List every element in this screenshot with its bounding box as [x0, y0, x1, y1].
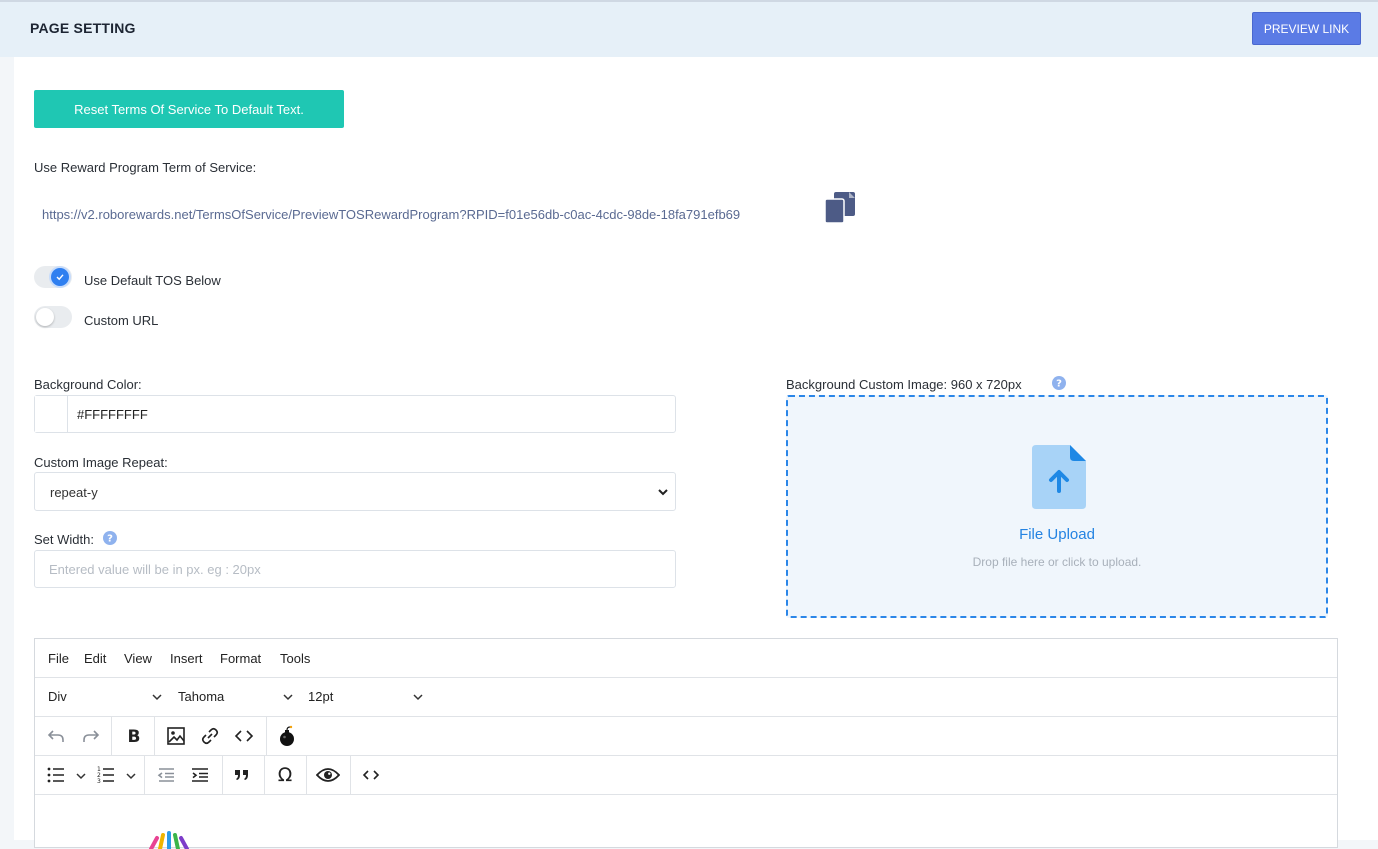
- font-family-select[interactable]: Tahoma: [178, 689, 296, 704]
- toggle-knob: [51, 268, 69, 286]
- tos-url-link[interactable]: https://v2.roborewards.net/TermsOfServic…: [42, 207, 740, 222]
- chevron-down-icon: [283, 694, 293, 701]
- editor-paragraph-toolbar: 123 Ω: [35, 756, 1337, 795]
- bold-button[interactable]: B: [120, 723, 148, 749]
- toolbar-separator: [222, 756, 223, 794]
- default-tos-toggle[interactable]: [34, 266, 72, 288]
- bold-icon: B: [128, 727, 141, 746]
- toolbar-separator: [144, 756, 145, 794]
- chevron-down-icon[interactable]: [75, 770, 87, 782]
- preview-button[interactable]: [313, 762, 343, 788]
- redo-icon: [83, 730, 100, 742]
- page-header: PAGE SETTING PREVIEW LINK: [0, 2, 1378, 57]
- menu-insert[interactable]: Insert: [170, 651, 203, 666]
- bullet-list-button[interactable]: [42, 762, 70, 788]
- numbered-list-icon: 123: [97, 766, 114, 785]
- indent-button[interactable]: [186, 762, 214, 788]
- blockquote-button[interactable]: [228, 762, 256, 788]
- undo-button[interactable]: [42, 723, 70, 749]
- bullet-list-icon: [47, 767, 64, 783]
- image-repeat-value: repeat-y: [50, 485, 98, 500]
- logo-icon: [149, 831, 189, 849]
- image-repeat-select[interactable]: repeat-y: [34, 472, 676, 511]
- color-swatch[interactable]: [35, 396, 68, 432]
- toolbar-separator: [306, 756, 307, 794]
- menu-tools[interactable]: Tools: [280, 651, 310, 666]
- svg-text:?: ?: [107, 534, 113, 545]
- font-size-value: 12pt: [308, 689, 334, 704]
- help-icon[interactable]: ?: [103, 531, 117, 545]
- svg-text:3: 3: [97, 778, 101, 785]
- menu-view[interactable]: View: [124, 651, 152, 666]
- background-color-label: Background Color:: [34, 377, 142, 392]
- numbered-list-button[interactable]: 123: [92, 762, 120, 788]
- background-color-value[interactable]: #FFFFFFFF: [77, 407, 148, 422]
- menu-file[interactable]: File: [48, 651, 69, 666]
- redo-button[interactable]: [77, 723, 105, 749]
- tos-label: Use Reward Program Term of Service:: [34, 160, 257, 175]
- outdent-button[interactable]: [152, 762, 180, 788]
- rich-text-editor: File Edit View Insert Format Tools Div T…: [34, 638, 1338, 849]
- toolbar-separator: [154, 717, 155, 755]
- font-size-select[interactable]: 12pt: [308, 689, 428, 704]
- default-tos-label: Use Default TOS Below: [84, 273, 221, 288]
- set-width-label: Set Width:: [34, 532, 94, 547]
- insert-link-button[interactable]: [196, 723, 224, 749]
- menu-edit[interactable]: Edit: [84, 651, 106, 666]
- toolbar-separator: [266, 717, 267, 755]
- undo-icon: [47, 730, 64, 742]
- bomb-button[interactable]: [273, 723, 301, 749]
- check-icon: [56, 274, 64, 281]
- set-width-input[interactable]: Entered value will be in px. eg : 20px: [34, 550, 676, 588]
- page-title: PAGE SETTING: [30, 20, 136, 36]
- file-upload-dropzone[interactable]: File Upload Drop file here or click to u…: [786, 395, 1328, 618]
- help-icon[interactable]: ?: [1052, 376, 1066, 390]
- source-code-button[interactable]: [357, 762, 385, 788]
- upload-title: File Upload: [1019, 526, 1095, 543]
- editor-content-area[interactable]: [35, 795, 1337, 849]
- copy-icon[interactable]: [822, 190, 858, 226]
- custom-url-toggle[interactable]: [34, 306, 72, 328]
- special-character-button[interactable]: Ω: [271, 762, 299, 788]
- code-sample-button[interactable]: [230, 723, 258, 749]
- link-icon: [201, 727, 219, 745]
- block-format-select[interactable]: Div: [48, 689, 163, 704]
- code-icon: [234, 730, 254, 742]
- image-repeat-label: Custom Image Repeat:: [34, 455, 168, 470]
- toolbar-separator: [264, 756, 265, 794]
- svg-text:?: ?: [1056, 379, 1062, 390]
- custom-image-label: Background Custom Image: 960 x 720px: [786, 377, 1022, 392]
- eye-icon: [316, 768, 340, 782]
- file-upload-icon: [1032, 445, 1086, 509]
- preview-link-button[interactable]: PREVIEW LINK: [1252, 12, 1361, 45]
- bomb-icon: [280, 725, 294, 746]
- outdent-icon: [157, 768, 174, 782]
- editor-menubar: File Edit View Insert Format Tools: [35, 639, 1337, 678]
- toolbar-separator: [350, 756, 351, 794]
- indent-icon: [192, 768, 208, 782]
- custom-url-label: Custom URL: [84, 313, 159, 328]
- insert-image-button[interactable]: [162, 723, 190, 749]
- font-family-value: Tahoma: [178, 689, 225, 704]
- menu-format[interactable]: Format: [220, 651, 261, 666]
- source-code-icon: [362, 770, 380, 780]
- editor-format-toolbar: Div Tahoma 12pt: [35, 678, 1337, 717]
- chevron-down-icon[interactable]: [125, 770, 137, 782]
- image-icon: [167, 727, 185, 745]
- block-format-value: Div: [48, 689, 67, 704]
- editor-insert-toolbar: B: [35, 717, 1337, 756]
- upload-hint: Drop file here or click to upload.: [972, 555, 1142, 569]
- omega-icon: Ω: [277, 764, 293, 786]
- background-color-field: #FFFFFFFF: [34, 395, 676, 433]
- toolbar-separator: [111, 717, 112, 755]
- chevron-down-icon: [413, 694, 423, 701]
- chevron-down-icon: [658, 489, 668, 496]
- blockquote-icon: [235, 770, 248, 780]
- chevron-down-icon: [152, 694, 162, 701]
- svg-text:B: B: [128, 727, 141, 746]
- reset-tos-button[interactable]: Reset Terms Of Service To Default Text.: [34, 90, 344, 128]
- set-width-placeholder: Entered value will be in px. eg : 20px: [49, 562, 261, 577]
- toggle-knob: [36, 308, 54, 326]
